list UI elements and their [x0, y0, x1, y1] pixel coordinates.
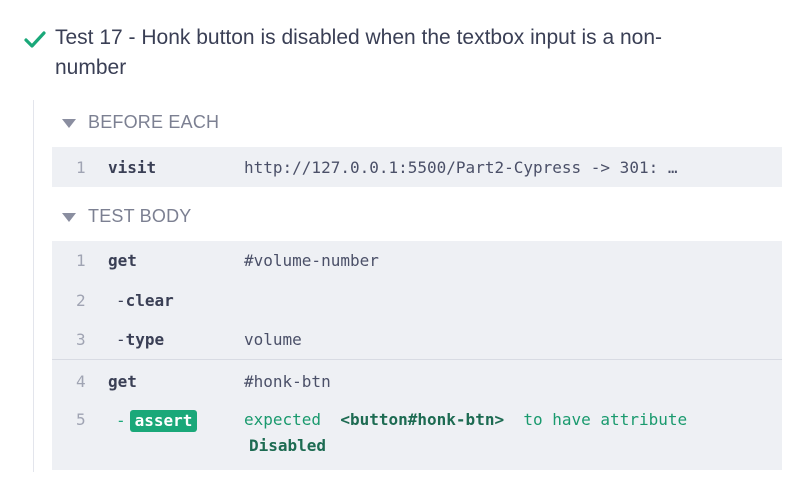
command-name: -clear — [116, 291, 174, 310]
command-row[interactable]: 2 -clear — [52, 291, 782, 331]
check-icon — [24, 28, 46, 48]
assert-subject: <button#honk-btn> — [340, 410, 505, 429]
command-name: get — [108, 251, 137, 270]
test-body-commands: 1 get #volume-number 2 -clear 3 -type vo… — [52, 241, 782, 470]
child-dash: - — [116, 291, 126, 310]
test-body-toggle[interactable]: TEST BODY — [62, 206, 192, 227]
command-message: #honk-btn — [244, 372, 331, 391]
assert-badge: assert — [129, 410, 198, 432]
before-each-toggle[interactable]: BEFORE EACH — [62, 112, 219, 133]
before-each-heading: BEFORE EACH — [88, 112, 220, 132]
command-name: - assert — [116, 410, 198, 432]
assert-message-suffix: to have attribute — [523, 410, 688, 429]
command-name-text: type — [125, 330, 165, 349]
command-name: get — [108, 372, 137, 391]
assert-message: expected <button#honk-btn> to have attri… — [244, 410, 687, 429]
child-dash: - — [116, 330, 126, 349]
command-number: 1 — [76, 251, 86, 270]
assert-command-row[interactable]: 5 - assert expected <button#honk-btn> to … — [52, 410, 782, 466]
before-each-commands: 1 visit http://127.0.0.1:5500/Part2-Cypr… — [52, 147, 782, 187]
test-body-rail — [33, 100, 34, 472]
command-number: 5 — [76, 410, 86, 429]
test-title: Test 17 - Honk button is disabled when t… — [55, 26, 663, 49]
assert-message-value: Disabled — [249, 436, 327, 455]
caret-down-icon — [62, 212, 76, 222]
command-message: #volume-number — [244, 251, 379, 270]
command-row[interactable]: 3 -type volume — [52, 330, 782, 370]
command-message: http://127.0.0.1:5500/Part2-Cypress -> 3… — [244, 158, 678, 177]
test-body-heading: TEST BODY — [88, 206, 192, 226]
command-number: 3 — [76, 330, 86, 349]
command-number: 1 — [76, 158, 86, 177]
command-group-divider — [52, 359, 782, 360]
command-row[interactable]: 1 get #volume-number — [52, 251, 782, 291]
command-name-text: clear — [125, 291, 174, 310]
command-number: 4 — [76, 372, 86, 391]
command-name: visit — [108, 158, 157, 177]
assert-message-prefix: expected — [244, 410, 322, 429]
command-name: -type — [116, 330, 164, 349]
caret-down-icon — [62, 118, 76, 128]
command-number: 2 — [76, 291, 86, 310]
child-dash: - — [116, 411, 126, 430]
command-row[interactable]: 1 visit http://127.0.0.1:5500/Part2-Cypr… — [52, 158, 782, 198]
test-title-row[interactable]: Test 17 - Honk button is disabled when t… — [24, 22, 784, 84]
test-title-continued: number — [55, 56, 127, 79]
command-message: volume — [244, 330, 302, 349]
command-row[interactable]: 4 get #honk-btn — [52, 372, 782, 412]
